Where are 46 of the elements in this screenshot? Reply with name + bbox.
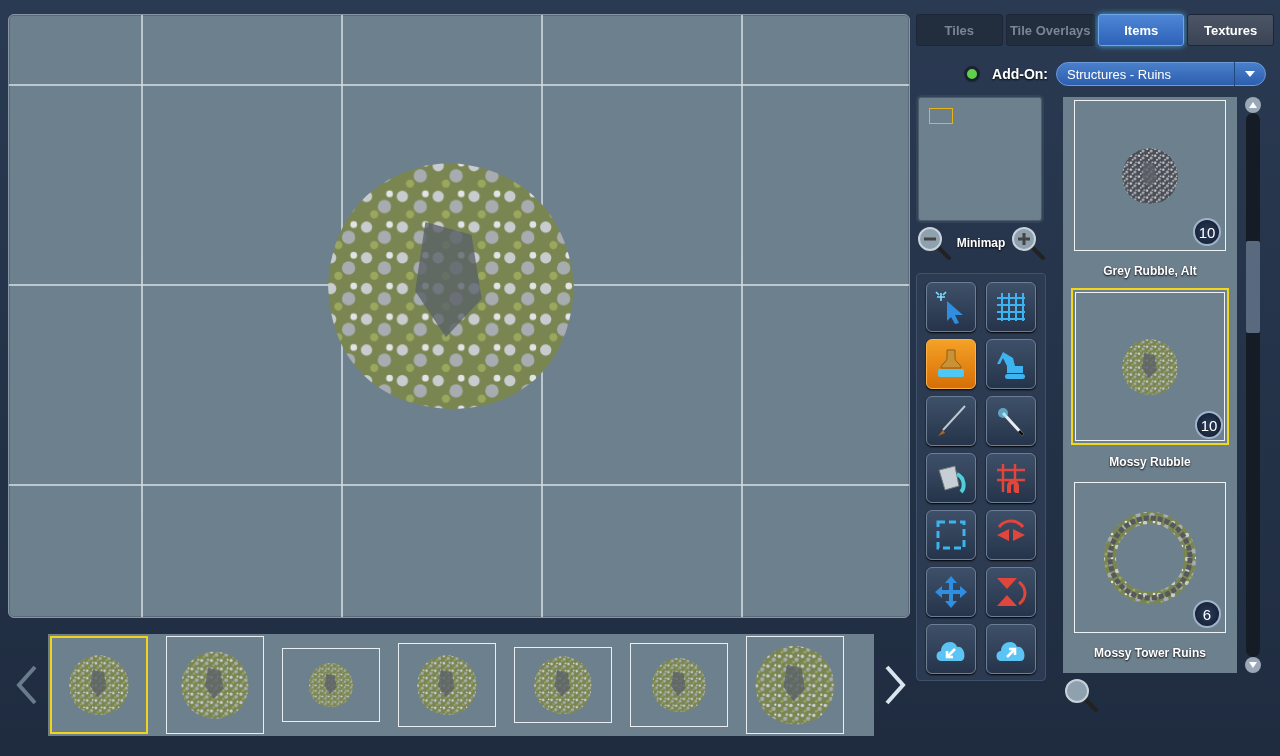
item-card[interactable]: 10 [1074,100,1226,252]
tool-button[interactable] [926,282,976,332]
tool-button[interactable] [926,567,976,617]
variation-thumbnail[interactable] [746,636,844,734]
addon-dropdown[interactable]: Structures - Ruins [1056,62,1266,86]
minimap-label: Minimap [956,236,1006,250]
tool-button[interactable] [926,453,976,503]
category-tab[interactable]: Textures [1187,14,1274,46]
zoom-in-button[interactable] [1010,225,1046,261]
variation-thumbnail[interactable] [398,643,496,727]
tool-button[interactable] [986,339,1036,389]
variation-thumbnail[interactable] [514,647,612,723]
chevron-right-icon [884,665,906,705]
search-icon [1063,677,1099,713]
move-arrows-icon [933,574,969,610]
count-badge: 6 [1193,600,1221,629]
zoom-in-icon [1010,225,1046,261]
tool-button[interactable] [986,282,1036,332]
up-arrow-icon [1249,102,1257,108]
tool-button[interactable] [926,510,976,560]
viewport-frame [929,108,953,124]
tool-button[interactable] [926,396,976,446]
item-name: Mossy Tower Ruins [1094,645,1206,663]
variation-thumbnail[interactable] [630,643,728,727]
search-button[interactable] [1063,677,1099,713]
item-card[interactable]: 10 [1071,288,1229,446]
down-arrow-icon [1249,662,1257,668]
zoom-out-button[interactable] [916,225,952,261]
caret-icon [1245,71,1255,77]
scroll-up-button[interactable] [1245,97,1261,113]
category-tab[interactable]: Items [1097,14,1185,46]
tool-button[interactable] [926,624,976,674]
item-name: Mossy Rubble [1109,454,1191,472]
tool-button[interactable] [986,624,1036,674]
tool-button[interactable] [986,396,1036,446]
zoom-out-icon [916,225,952,261]
scroll-down-button[interactable] [1245,657,1261,673]
count-badge: 10 [1193,218,1221,247]
item-name: Grey Rubble, Alt [1103,263,1197,281]
variation-thumbnail[interactable] [282,648,380,722]
chevron-left-icon [16,665,38,705]
addon-label: Add-On: [992,66,1048,82]
variation-thumbnail[interactable] [166,636,264,734]
item-card[interactable]: 6 [1074,482,1226,634]
variation-thumbnail[interactable] [50,636,148,734]
count-badge: 10 [1195,411,1223,440]
